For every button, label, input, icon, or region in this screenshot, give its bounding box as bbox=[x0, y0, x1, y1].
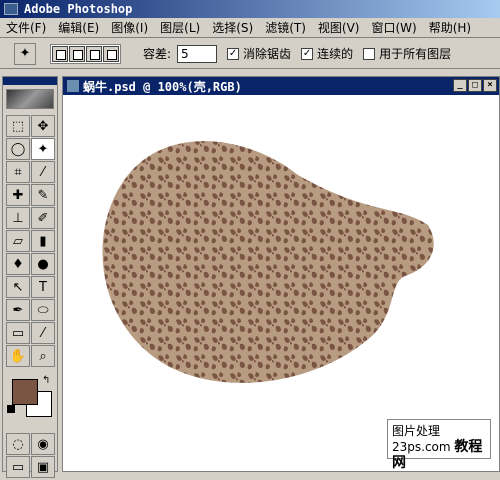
antialias-check-icon[interactable]: ✓ bbox=[227, 47, 240, 60]
menu-layer[interactable]: 图层(L) bbox=[154, 19, 206, 36]
healing-icon[interactable]: ✚ bbox=[6, 184, 30, 206]
snail-shell-artwork bbox=[102, 141, 434, 383]
eyedropper-icon[interactable]: ⁄ bbox=[31, 322, 55, 344]
toolbox: ⬚ ✥ ◯ ✦ ⌗ ⁄ ✚ ✎ ⊥ ✐ ▱ ▮ ♦ ● ↖ T ✒ ⬭ ▭ ⁄ … bbox=[2, 76, 58, 478]
document-titlebar: 蜗牛.psd @ 100%(壳,RGB) _ □ × bbox=[63, 77, 499, 95]
maximize-icon[interactable]: □ bbox=[468, 79, 482, 92]
eyedropper-slice-icon[interactable]: ⁄ bbox=[31, 161, 55, 183]
screen-mode-standard-icon[interactable]: ▭ bbox=[6, 456, 30, 478]
image-canvas[interactable]: 图片处理 23ps.com 教程网 bbox=[63, 95, 499, 471]
watermark-line1: 图片处理 bbox=[392, 424, 441, 438]
mode-buttons: ◌ ◉ ▭ ▣ bbox=[3, 431, 57, 480]
default-colors-icon[interactable] bbox=[7, 405, 15, 413]
document-title: 蜗牛.psd @ 100%(壳,RGB) bbox=[83, 79, 242, 94]
antialias-label: 消除锯齿 bbox=[243, 47, 292, 61]
options-bar: ✦ 容差: 5 ✓ 消除锯齿 ✓ 连续的 用于所有图层 bbox=[0, 39, 500, 69]
add-selection-icon[interactable] bbox=[69, 45, 85, 62]
contiguous-label: 连续的 bbox=[317, 47, 354, 61]
all-layers-label: 用于所有图层 bbox=[379, 47, 452, 61]
toolbox-logo[interactable] bbox=[6, 89, 54, 109]
type-icon[interactable]: T bbox=[31, 276, 55, 298]
close-icon[interactable]: × bbox=[483, 79, 497, 92]
document-window: 蜗牛.psd @ 100%(壳,RGB) _ □ × 图片处理 23ps.com… bbox=[62, 76, 500, 472]
marquee-icon[interactable]: ⬚ bbox=[6, 115, 30, 137]
toolbox-titlebar bbox=[3, 77, 57, 85]
app-titlebar: Adobe Photoshop bbox=[0, 0, 500, 18]
menu-image[interactable]: 图像(I) bbox=[105, 19, 154, 36]
quickmask-mode-icon[interactable]: ◉ bbox=[31, 433, 55, 455]
window-buttons: _ □ × bbox=[453, 79, 497, 92]
menu-filter[interactable]: 滤镜(T) bbox=[259, 19, 312, 36]
menu-select[interactable]: 选择(S) bbox=[206, 19, 259, 36]
menu-file[interactable]: 文件(F) bbox=[0, 19, 52, 36]
dodge-icon[interactable]: ● bbox=[31, 253, 55, 275]
crop-icon[interactable]: ⌗ bbox=[6, 161, 30, 183]
all-layers-check-icon[interactable] bbox=[363, 47, 376, 60]
stamp-icon[interactable]: ⊥ bbox=[6, 207, 30, 229]
menu-help[interactable]: 帮助(H) bbox=[423, 19, 477, 36]
menu-edit[interactable]: 编辑(E) bbox=[52, 19, 105, 36]
ellipse-icon[interactable]: ⬭ bbox=[31, 299, 55, 321]
notes-icon[interactable]: ▭ bbox=[6, 322, 30, 344]
blur-icon[interactable]: ♦ bbox=[6, 253, 30, 275]
standard-mode-icon[interactable]: ◌ bbox=[6, 433, 30, 455]
lasso-icon[interactable]: ◯ bbox=[6, 138, 30, 160]
eraser-icon[interactable]: ▱ bbox=[6, 230, 30, 252]
tolerance-label: 容差: bbox=[143, 47, 172, 61]
all-layers-checkbox[interactable]: 用于所有图层 bbox=[363, 45, 451, 62]
app-title: Adobe Photoshop bbox=[24, 2, 133, 16]
foreground-color-swatch[interactable] bbox=[12, 379, 38, 405]
menu-view[interactable]: 视图(V) bbox=[312, 19, 366, 36]
intersect-selection-icon[interactable] bbox=[103, 45, 119, 62]
contiguous-check-icon[interactable]: ✓ bbox=[301, 47, 314, 60]
color-swatches: ↰ bbox=[6, 375, 54, 425]
swap-colors-icon[interactable]: ↰ bbox=[42, 375, 50, 386]
path-select-icon[interactable]: ↖ bbox=[6, 276, 30, 298]
document-icon bbox=[67, 80, 79, 92]
menu-window[interactable]: 窗口(W) bbox=[365, 19, 422, 36]
magic-wand-tool-preset-icon[interactable]: ✦ bbox=[14, 42, 36, 65]
tools-grid: ⬚ ✥ ◯ ✦ ⌗ ⁄ ✚ ✎ ⊥ ✐ ▱ ▮ ♦ ● ↖ T ✒ ⬭ ▭ ⁄ … bbox=[3, 113, 57, 369]
hand-icon[interactable]: ✋ bbox=[6, 345, 30, 367]
brush-icon[interactable]: ✎ bbox=[31, 184, 55, 206]
watermark-site: 23ps.com bbox=[392, 440, 451, 454]
minimize-icon[interactable]: _ bbox=[453, 79, 467, 92]
tolerance-input[interactable]: 5 bbox=[177, 44, 218, 63]
antialias-checkbox[interactable]: ✓ 消除锯齿 bbox=[227, 45, 291, 62]
new-selection-icon[interactable] bbox=[52, 45, 68, 62]
photoshop-app-icon bbox=[4, 3, 18, 15]
site-watermark: 图片处理 23ps.com 教程网 bbox=[387, 419, 491, 471]
screen-mode-full-icon[interactable]: ▣ bbox=[31, 456, 55, 478]
history-brush-icon[interactable]: ✐ bbox=[31, 207, 55, 229]
menu-bar: 文件(F) 编辑(E) 图像(I) 图层(L) 选择(S) 滤镜(T) 视图(V… bbox=[0, 18, 500, 38]
subtract-selection-icon[interactable] bbox=[86, 45, 102, 62]
pen-icon[interactable]: ✒ bbox=[6, 299, 30, 321]
gradient-icon[interactable]: ▮ bbox=[31, 230, 55, 252]
contiguous-checkbox[interactable]: ✓ 连续的 bbox=[301, 45, 353, 62]
selection-mode-group bbox=[50, 43, 121, 64]
move-icon[interactable]: ✥ bbox=[31, 115, 55, 137]
zoom-icon[interactable]: ⌕ bbox=[31, 345, 55, 367]
magic-wand-icon[interactable]: ✦ bbox=[31, 138, 55, 160]
